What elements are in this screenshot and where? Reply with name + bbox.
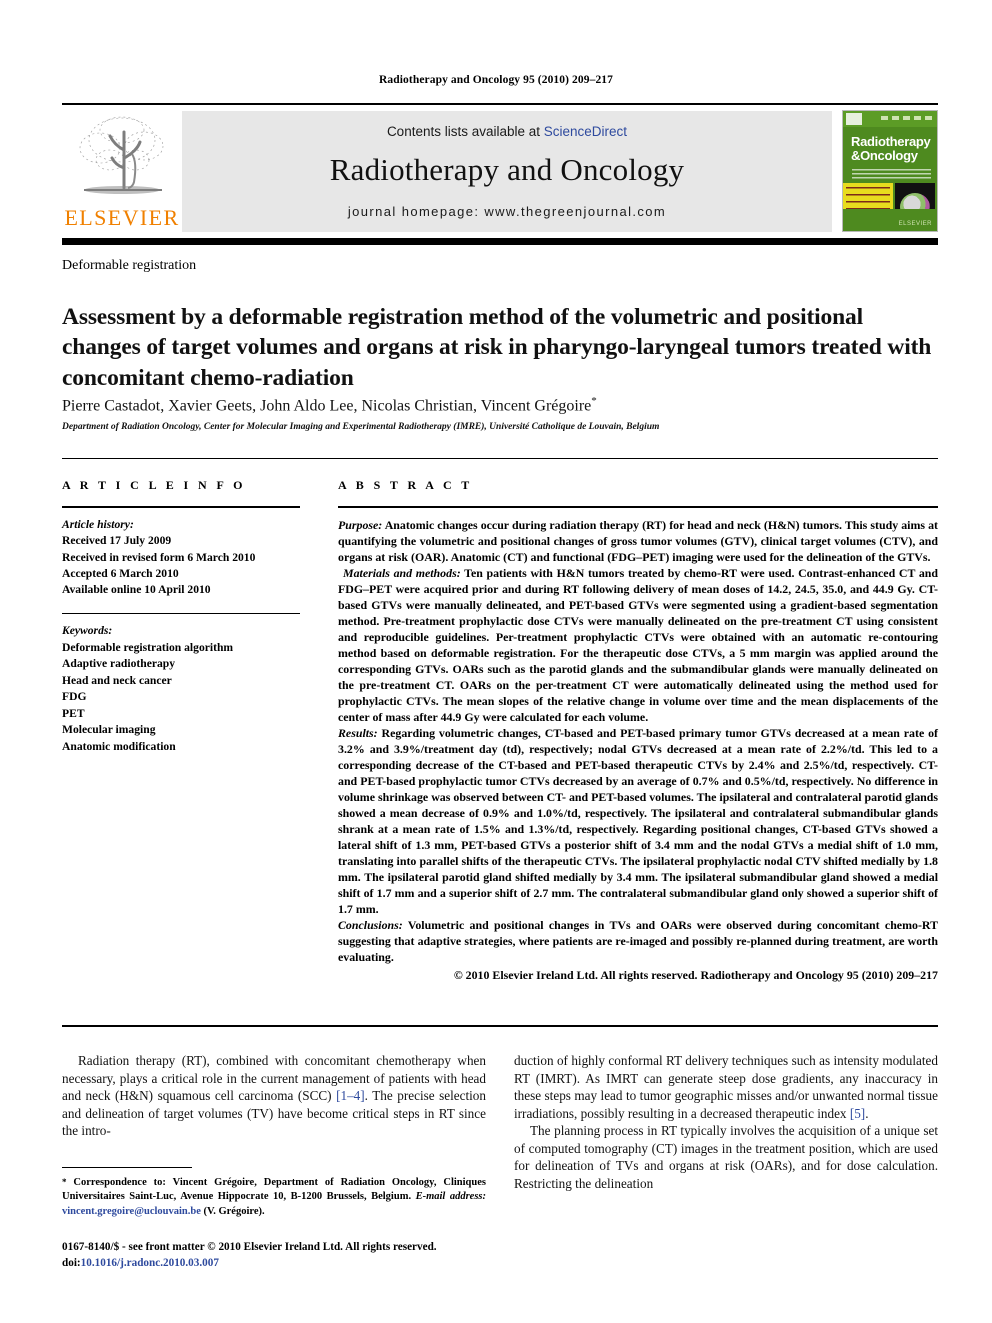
abstract-conclusions-label: Conclusions:	[338, 917, 403, 932]
abstract-conclusions-text: Volumetric and positional changes in TVs…	[338, 917, 938, 964]
body-right-text-b: .	[865, 1105, 869, 1121]
journal-homepage-line[interactable]: journal homepage: www.thegreenjournal.co…	[348, 204, 666, 219]
abstract-purpose-text: Anatomic changes occur during radiation …	[338, 517, 938, 564]
footer-issn-block: 0167-8140/$ - see front matter © 2010 El…	[62, 1240, 532, 1271]
author-list: Pierre Castadot, Xavier Geets, John Aldo…	[62, 395, 938, 415]
keyword-item: FDG	[62, 690, 87, 704]
cover-title: Radiotherapy &Oncology	[851, 135, 933, 162]
elsevier-logo: ELSEVIER	[62, 105, 182, 238]
journal-masthead: ELSEVIER Contents lists available at Sci…	[62, 103, 938, 238]
cover-footer-wordmark: ELSEVIER	[898, 221, 932, 227]
abstract-conclusions: Conclusions: Volumetric and positional c…	[338, 917, 938, 965]
sciencedirect-link[interactable]: ScienceDirect	[544, 124, 627, 139]
abstract-heading: A B S T R A C T	[338, 478, 473, 492]
keyword-item: PET	[62, 706, 85, 720]
body-column-left: Radiation therapy (RT), combined with co…	[62, 1052, 486, 1140]
info-band-bottom-rule	[62, 1025, 938, 1027]
correspondence-footnote: * Correspondence to: Vincent Grégoire, D…	[62, 1176, 486, 1219]
doi-link[interactable]: 10.1016/j.radonc.2010.03.007	[81, 1257, 219, 1269]
history-item: Received in revised form 6 March 2010	[62, 550, 256, 564]
keyword-item: Molecular imaging	[62, 723, 156, 737]
email-address-label: E-mail address:	[415, 1191, 487, 1203]
citation-ref-1-4[interactable]: [1–4]	[336, 1088, 365, 1103]
keyword-item: Adaptive radiotherapy	[62, 657, 176, 671]
doi-line: doi:10.1016/j.radonc.2010.03.007	[62, 1256, 532, 1272]
paper-page: Radiotherapy and Oncology 95 (2010) 209–…	[0, 0, 992, 1323]
contents-available-line: Contents lists available at ScienceDirec…	[387, 124, 627, 139]
issn-copyright-line: 0167-8140/$ - see front matter © 2010 El…	[62, 1241, 437, 1253]
history-item: Available online 10 April 2010	[62, 583, 211, 597]
body-right-text-a: duction of highly conformal RT delivery …	[514, 1053, 938, 1121]
abstract-results: Results: Regarding volumetric changes, C…	[338, 725, 938, 917]
abstract-methods-label: Materials and methods:	[343, 565, 461, 580]
abstract-copyright: © 2010 Elsevier Ireland Ltd. All rights …	[453, 967, 938, 982]
body-paragraph: Radiation therapy (RT), combined with co…	[62, 1052, 486, 1140]
running-head: Radiotherapy and Oncology 95 (2010) 209–…	[379, 74, 613, 86]
keyword-item: Deformable registration algorithm	[62, 640, 234, 654]
page-title: Assessment by a deformable registration …	[62, 303, 932, 391]
cover-header-rules	[881, 116, 933, 120]
elsevier-wordmark: ELSEVIER	[64, 205, 180, 230]
masthead-bottom-rule	[62, 238, 938, 245]
footnote-rule	[62, 1167, 192, 1169]
cover-bottom-bar: ELSEVIER	[843, 209, 937, 231]
journal-cover-thumbnail: Radiotherapy &Oncology ELSEVIER	[842, 110, 938, 232]
article-info-rule	[62, 506, 300, 508]
article-history-block: Article history: Received 17 July 2009 R…	[62, 517, 300, 599]
elsevier-tree-icon	[79, 116, 164, 194]
abstract-methods: Materials and methods: Ten patients with…	[338, 565, 938, 725]
abstract-results-label: Results:	[338, 725, 378, 740]
abstract-rule	[338, 506, 938, 508]
history-item: Received 17 July 2009	[62, 534, 172, 548]
journal-title: Radiotherapy and Oncology	[329, 152, 685, 187]
body-column-right: duction of highly conformal RT delivery …	[514, 1052, 938, 1192]
cover-elsevier-mark-icon	[846, 113, 862, 125]
abstract-results-text: Regarding volumetric changes, CT-based a…	[338, 725, 938, 916]
article-info-heading: A R T I C L E I N F O	[62, 478, 246, 492]
abstract-purpose-label: Purpose:	[338, 517, 383, 532]
cover-subtitle-rules	[852, 169, 931, 179]
history-item: Accepted 6 March 2010	[62, 566, 179, 580]
cover-title-line1: Radiotherapy	[851, 134, 931, 149]
abstract-purpose: Purpose: Anatomic changes occur during r…	[338, 517, 938, 565]
keywords-label: Keywords:	[62, 624, 113, 638]
cover-title-line2: &Oncology	[851, 147, 918, 163]
info-band-top-rule	[62, 458, 938, 459]
article-history-label: Article history:	[62, 517, 134, 531]
doi-label: doi:	[62, 1256, 81, 1269]
email-suffix: (V. Grégoire).	[200, 1205, 265, 1217]
abstract-column: A B S T R A C T Purpose: Anatomic change…	[338, 478, 938, 983]
citation-ref-5[interactable]: [5]	[850, 1106, 865, 1121]
author-email-link[interactable]: vincent.gregoire@uclouvain.be	[62, 1206, 201, 1217]
keywords-block: Keywords: Deformable registration algori…	[62, 623, 300, 755]
affiliation: Department of Radiation Oncology, Center…	[62, 422, 660, 432]
article-section-label: Deformable registration	[62, 258, 197, 273]
article-info-column: A R T I C L E I N F O Article history: R…	[62, 478, 300, 755]
body-paragraph: The planning process in RT typically inv…	[514, 1123, 938, 1191]
keywords-divider-rule	[62, 612, 300, 615]
keyword-item: Head and neck cancer	[62, 673, 172, 687]
corresponding-author-marker: *	[591, 395, 597, 407]
keyword-item: Anatomic modification	[62, 739, 176, 753]
contents-band: Contents lists available at ScienceDirec…	[182, 111, 832, 232]
abstract-methods-text: Ten patients with H&N tumors treated by …	[338, 565, 938, 724]
body-paragraph: duction of highly conformal RT delivery …	[514, 1052, 938, 1122]
author-names: Pierre Castadot, Xavier Geets, John Aldo…	[62, 397, 592, 415]
contents-prefix: Contents lists available at	[386, 124, 544, 139]
